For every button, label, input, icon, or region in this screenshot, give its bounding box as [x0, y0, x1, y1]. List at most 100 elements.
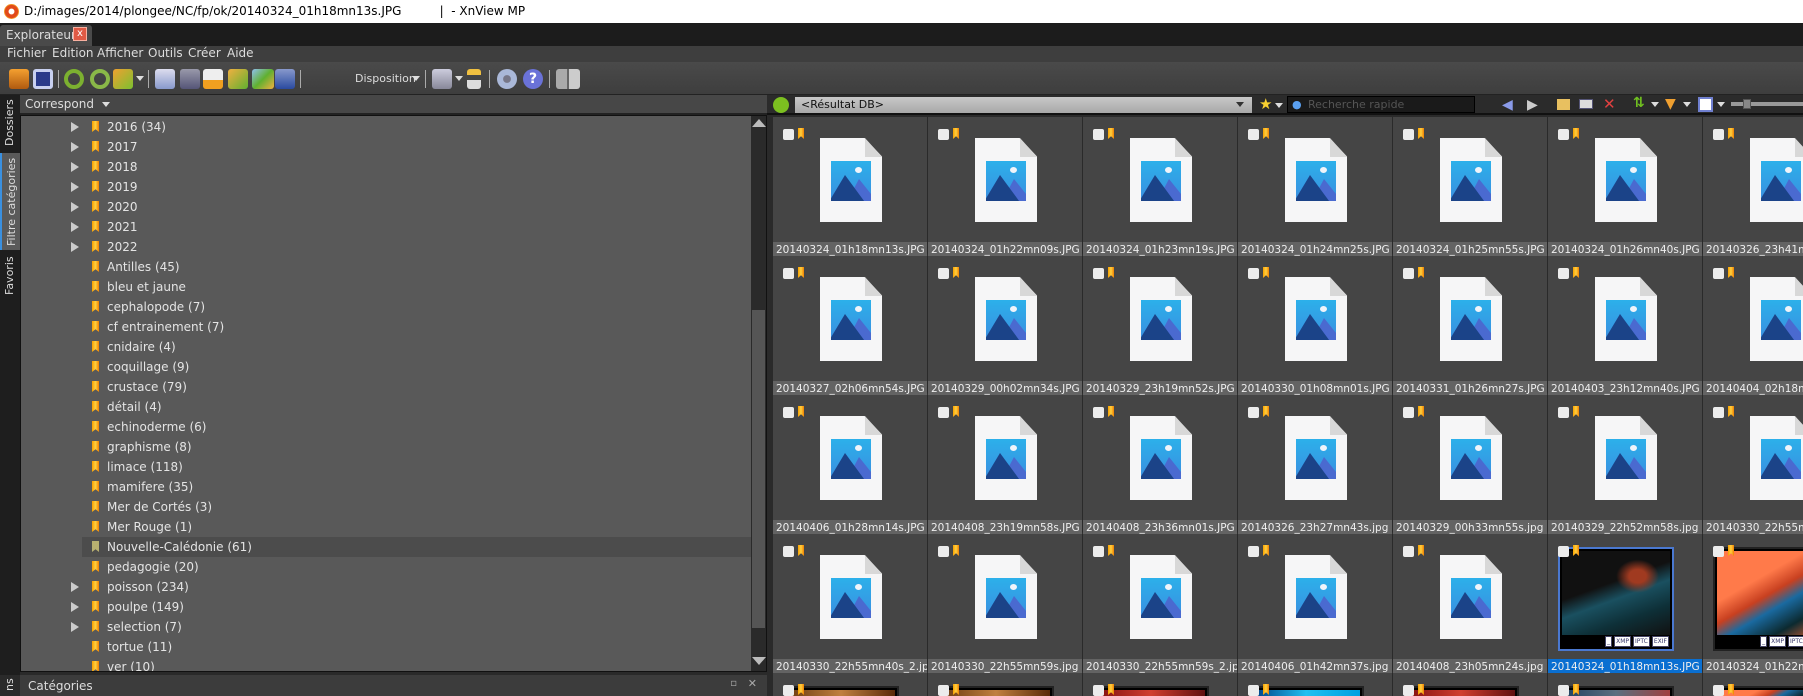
thumbnail-cell[interactable]: 20140330_22h55m: [1703, 395, 1803, 536]
tab-filtre-categories[interactable]: Filtre catégories: [0, 153, 20, 250]
tree-item[interactable]: 2020: [21, 197, 751, 217]
menu-afficher[interactable]: Afficher: [97, 46, 143, 60]
batch-rename-icon[interactable]: [252, 69, 274, 89]
layout-icon[interactable]: [556, 69, 580, 89]
thumbnail-cell[interactable]: 20140324_01h18mn13s.JPG: [773, 117, 928, 258]
select-checkbox[interactable]: [1248, 129, 1259, 140]
select-checkbox[interactable]: [1093, 546, 1104, 557]
menu-aide[interactable]: Aide: [227, 46, 254, 60]
slideshow-icon[interactable]: [432, 69, 452, 89]
thumbnail-cell[interactable]: 20140327_02h06mn54s.JPG: [773, 256, 928, 397]
tree-item[interactable]: tortue (11): [21, 637, 751, 657]
thumbnail-size-slider[interactable]: [1731, 102, 1803, 106]
expand-arrow-icon[interactable]: [71, 122, 79, 132]
expand-arrow-icon[interactable]: [71, 582, 79, 592]
rotate-right-icon[interactable]: [90, 69, 110, 89]
select-checkbox[interactable]: [783, 407, 794, 418]
thumbnail-cell[interactable]: _ XMP IPTC EXIF 20140324_01h18mn13s.JPG: [1548, 534, 1703, 675]
select-checkbox[interactable]: [1403, 129, 1414, 140]
select-checkbox[interactable]: [1248, 685, 1259, 696]
thumbnail-cell[interactable]: 20140329_22h52mn58s.jpg: [1548, 395, 1703, 536]
select-checkbox[interactable]: [938, 685, 949, 696]
tree-item[interactable]: 2021: [21, 217, 751, 237]
select-checkbox[interactable]: [1558, 129, 1569, 140]
thumbnail-cell[interactable]: 20140324_01h25mn55s.JPG: [1393, 117, 1548, 258]
scroll-thumb[interactable]: [752, 310, 765, 628]
path-combobox[interactable]: <Résultat DB>: [795, 97, 1252, 113]
print-icon[interactable]: [203, 69, 223, 89]
select-checkbox[interactable]: [1558, 407, 1569, 418]
select-checkbox[interactable]: [938, 546, 949, 557]
thumbnail-cell[interactable]: 20140330_22h55mn40s_2.jpg: [773, 534, 928, 675]
thumbnail-cell[interactable]: 20140329_23h19mn52s.JPG: [1083, 256, 1238, 397]
select-checkbox[interactable]: [1558, 685, 1569, 696]
convert-icon[interactable]: [113, 69, 133, 89]
tree-item[interactable]: cnidaire (4): [21, 337, 751, 357]
select-checkbox[interactable]: [783, 268, 794, 279]
select-checkbox[interactable]: [1093, 685, 1104, 696]
tree-item[interactable]: selection (7): [21, 617, 751, 637]
close-tab-icon[interactable]: x: [73, 27, 87, 41]
thumbnail-cell[interactable]: 20140330_01h08mn01s.JPG: [1238, 256, 1393, 397]
thumbnail-cell[interactable]: 20140408_23h36mn01s.JPG: [1083, 395, 1238, 536]
select-checkbox[interactable]: [938, 268, 949, 279]
select-checkbox[interactable]: [1093, 268, 1104, 279]
select-checkbox[interactable]: [1558, 268, 1569, 279]
thumbnail-cell[interactable]: 20140406_01h42mn37s.jpg: [1238, 534, 1393, 675]
tree-item[interactable]: graphisme (8): [21, 437, 751, 457]
help-icon[interactable]: ?: [523, 69, 543, 89]
thumbnail-cell[interactable]: _XMPIPTCEXIF20140324_01h22m: [1703, 534, 1803, 675]
tab-favoris[interactable]: Favoris: [0, 253, 20, 299]
menu-fichier[interactable]: Fichier: [7, 46, 46, 60]
disposition-menu[interactable]: Disposition: [355, 72, 416, 85]
quick-search-input[interactable]: ● Recherche rapide: [1287, 96, 1475, 113]
rotate-left-icon[interactable]: [64, 69, 84, 89]
thumbnail-cell[interactable]: [928, 673, 1083, 696]
thumbnail-cell[interactable]: 20140324_01h23mn19s.JPG: [1083, 117, 1238, 258]
rename-icon[interactable]: [1579, 99, 1593, 109]
tree-item[interactable]: Antilles (45): [21, 257, 751, 277]
new-folder-icon[interactable]: [1557, 99, 1570, 110]
thumbnail-cell[interactable]: [1703, 673, 1803, 696]
tree-item[interactable]: limace (118): [21, 457, 751, 477]
thumbnail-cell[interactable]: 20140329_00h02mn34s.JPG: [928, 256, 1083, 397]
expand-arrow-icon[interactable]: [71, 242, 79, 252]
select-checkbox[interactable]: [938, 129, 949, 140]
select-checkbox[interactable]: [1713, 407, 1724, 418]
tab-partial[interactable]: ns: [0, 673, 20, 696]
thumbnail-cell[interactable]: [1393, 673, 1548, 696]
tree-item[interactable]: echinoderme (6): [21, 417, 751, 437]
sort-icon[interactable]: ⇅: [1633, 95, 1645, 111]
tree-item[interactable]: 2016 (34): [21, 117, 751, 137]
expand-arrow-icon[interactable]: [71, 162, 79, 172]
thumbnail-cell[interactable]: 20140329_00h33mn55s.jpg: [1393, 395, 1548, 536]
tree-item[interactable]: pedagogie (20): [21, 557, 751, 577]
settings-icon[interactable]: [497, 69, 517, 89]
thumbnail-cell[interactable]: 20140326_23h27mn43s.jpg: [1238, 395, 1393, 536]
tree-item[interactable]: poulpe (149): [21, 597, 751, 617]
thumbnail-cell[interactable]: [1238, 673, 1393, 696]
scroll-down-icon[interactable]: [752, 657, 766, 665]
menu-creer[interactable]: Créer: [188, 46, 221, 60]
rating-filter-icon[interactable]: ★: [1259, 95, 1272, 113]
expand-arrow-icon[interactable]: [71, 622, 79, 632]
tree-item[interactable]: poisson (234): [21, 577, 751, 597]
menu-outils[interactable]: Outils: [148, 46, 183, 60]
view-mode-icon[interactable]: [1698, 97, 1713, 112]
select-checkbox[interactable]: [1403, 546, 1414, 557]
select-checkbox[interactable]: [1713, 685, 1724, 696]
select-checkbox[interactable]: [1713, 546, 1724, 557]
tree-item[interactable]: cf entrainement (7): [21, 317, 751, 337]
thumbnail-cell[interactable]: 20140408_23h05mn24s.jpg: [1393, 534, 1548, 675]
forward-icon[interactable]: ▶: [1527, 97, 1538, 113]
menu-edition[interactable]: Edition: [52, 46, 94, 60]
thumbnail-cell[interactable]: 20140324_01h26mn40s.JPG: [1548, 117, 1703, 258]
fullscreen-icon[interactable]: [33, 69, 53, 89]
thumbnail-cell[interactable]: 20140404_02h18m: [1703, 256, 1803, 397]
select-checkbox[interactable]: [1093, 407, 1104, 418]
tab-dossiers[interactable]: Dossiers: [0, 95, 20, 151]
thumbnail-cell[interactable]: 20140408_23h19mn58s.JPG: [928, 395, 1083, 536]
select-checkbox[interactable]: [1713, 129, 1724, 140]
expand-arrow-icon[interactable]: [71, 222, 79, 232]
filter-mode-dropdown[interactable]: Correspond: [20, 95, 767, 115]
